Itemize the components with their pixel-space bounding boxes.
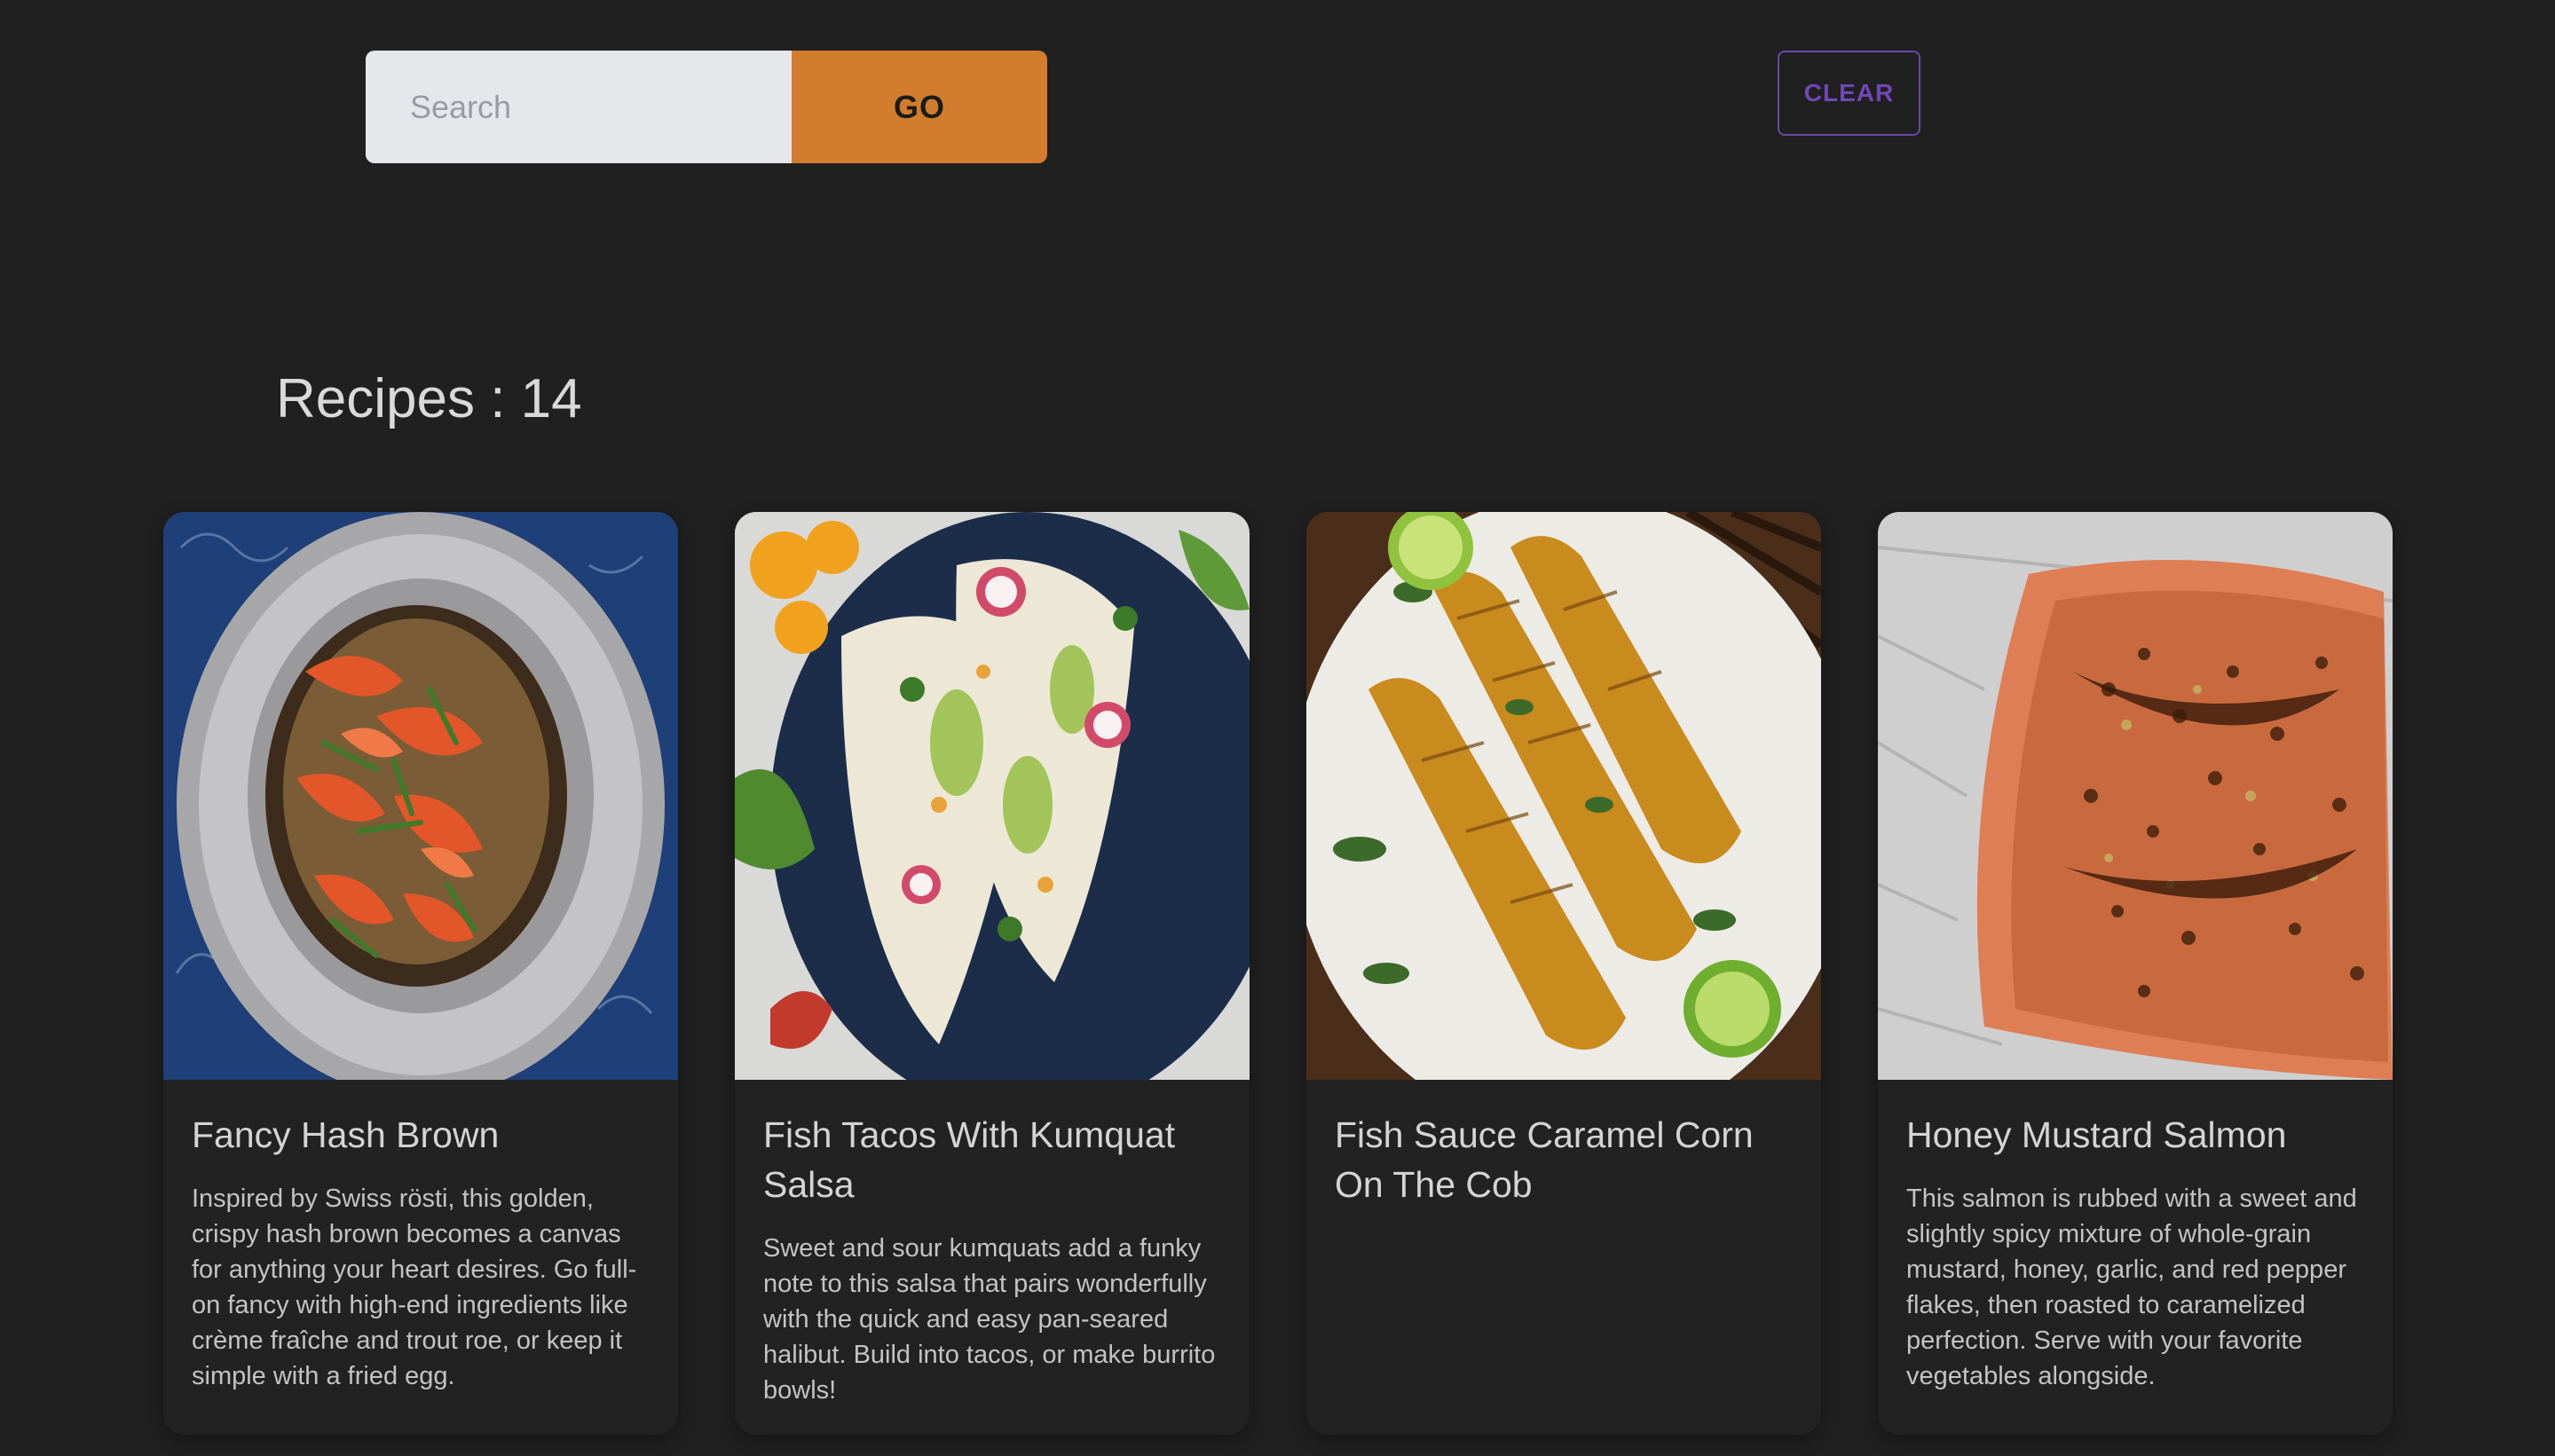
recipe-card[interactable]: Fish Sauce Caramel Corn On The Cob <box>1306 512 1821 1435</box>
recipe-image[interactable] <box>163 512 678 1080</box>
card-body: Honey Mustard Salmon This salmon is rubb… <box>1878 1080 2393 1394</box>
recipe-title[interactable]: Fish Tacos With Kumquat Salsa <box>763 1110 1221 1209</box>
recipe-image[interactable] <box>1306 512 1821 1080</box>
recipe-description: Inspired by Swiss rösti, this golden, cr… <box>192 1184 637 1390</box>
go-button[interactable]: GO <box>792 51 1047 163</box>
search-input[interactable] <box>366 51 792 163</box>
recipe-description: This salmon is rubbed with a sweet and s… <box>1906 1184 2357 1390</box>
recipes-count: Recipes : 14 <box>276 367 582 429</box>
recipe-card[interactable]: Fancy Hash Brown Inspired by Swiss rösti… <box>163 512 678 1435</box>
recipe-card[interactable]: Fish Tacos With Kumquat Salsa Sweet and … <box>735 512 1250 1435</box>
clear-button[interactable]: CLEAR <box>1778 51 1920 136</box>
recipe-card[interactable]: Honey Mustard Salmon This salmon is rubb… <box>1878 512 2393 1435</box>
search-bar: GO <box>366 51 1047 163</box>
recipe-image[interactable] <box>735 512 1250 1080</box>
recipe-title[interactable]: Fish Sauce Caramel Corn On The Cob <box>1335 1110 1793 1209</box>
card-body: Fish Tacos With Kumquat Salsa Sweet and … <box>735 1080 1250 1408</box>
card-body: Fish Sauce Caramel Corn On The Cob <box>1306 1080 1821 1209</box>
card-body: Fancy Hash Brown Inspired by Swiss rösti… <box>163 1080 678 1394</box>
recipe-image[interactable] <box>1878 512 2393 1080</box>
recipe-title[interactable]: Honey Mustard Salmon <box>1906 1110 2364 1160</box>
recipe-description: Sweet and sour kumquats add a funky note… <box>763 1234 1216 1405</box>
recipe-title[interactable]: Fancy Hash Brown <box>192 1110 650 1160</box>
page: GO CLEAR Recipes : 14 <box>0 0 2555 1456</box>
